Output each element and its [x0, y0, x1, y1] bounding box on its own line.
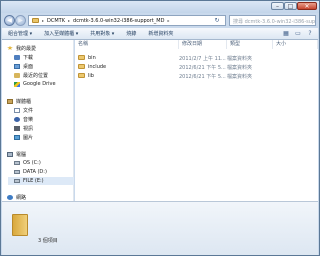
nav-recent-places[interactable]: 最近的位置	[14, 71, 48, 79]
file-name: include	[88, 64, 107, 70]
file-name: bin	[88, 55, 96, 61]
column-header-size[interactable]: 大小	[273, 40, 318, 49]
nav-google-drive[interactable]: Google Drive	[14, 80, 56, 88]
include-in-library-menu[interactable]: 加入至媒體櫃 ▾	[38, 30, 84, 37]
forward-button[interactable]: ▶	[15, 15, 26, 26]
details-pane: 3 個項目	[2, 201, 318, 255]
file-type: 檔案資料夾	[227, 56, 253, 62]
desktop-icon	[14, 63, 20, 69]
title-bar: – □ ✕	[1, 1, 319, 13]
documents-icon	[14, 107, 20, 113]
search-input[interactable]: 搜尋 dcmtk-3.6.0-win32-i386-support...	[229, 15, 316, 26]
share-with-menu[interactable]: 共用對象 ▾	[84, 30, 120, 37]
address-row: ◀ ▶ ▸ DCMTK ▸ dcmtk-3.6.0-win32-i386-sup…	[1, 13, 319, 28]
nav-favorites[interactable]: 我的最愛	[7, 44, 36, 52]
computer-icon	[7, 151, 13, 157]
column-header-name[interactable]: 名稱	[75, 40, 179, 49]
back-button[interactable]: ◀	[4, 15, 15, 26]
nav-desktop[interactable]: 桌面	[14, 62, 33, 70]
file-name: lib	[88, 73, 94, 79]
music-icon	[14, 116, 20, 122]
view-options-icon[interactable]: ▦	[282, 30, 290, 37]
file-row[interactable]: bin 2011/2/7 上午 11... 檔案資料夾	[75, 54, 318, 62]
file-row[interactable]: include 2012/6/21 下午 5... 檔案資料夾	[75, 63, 318, 71]
pictures-icon	[14, 134, 20, 140]
nav-computer[interactable]: 電腦	[7, 150, 26, 158]
drive-icon	[14, 170, 20, 174]
file-date: 2012/6/21 下午 5...	[179, 65, 226, 71]
nav-pictures[interactable]: 圖片	[14, 133, 33, 141]
minimize-icon: –	[276, 3, 279, 10]
explorer-window: – □ ✕ ◀ ▶ ▸ DCMTK ▸ dcmtk-3.6.0-win32-i3…	[0, 0, 320, 256]
file-row[interactable]: lib 2012/6/21 下午 5... 檔案資料夾	[75, 72, 318, 80]
help-icon[interactable]: ?	[306, 30, 314, 37]
organize-menu[interactable]: 組合管理 ▾	[2, 30, 38, 37]
new-folder-button[interactable]: 新增資料夾	[142, 30, 179, 37]
recent-places-icon	[14, 72, 20, 78]
address-bar[interactable]: ▸ DCMTK ▸ dcmtk-3.6.0-win32-i386-support…	[28, 15, 226, 26]
column-header-date[interactable]: 修改日期	[179, 40, 227, 49]
nav-music[interactable]: 音樂	[14, 115, 33, 123]
item-count: 3 個項目	[38, 238, 58, 244]
folder-icon	[78, 55, 85, 60]
breadcrumb-separator: ▸	[68, 18, 71, 23]
minimize-button[interactable]: –	[271, 2, 284, 10]
preview-pane-icon[interactable]: ▭	[294, 30, 302, 37]
google-drive-icon	[14, 81, 20, 87]
nav-drive-os[interactable]: OS (C:)	[14, 159, 41, 167]
close-icon: ✕	[304, 3, 310, 10]
star-icon	[7, 45, 13, 51]
file-type: 檔案資料夾	[227, 65, 253, 71]
refresh-icon[interactable]: ↻	[212, 16, 222, 25]
drive-icon	[14, 161, 20, 165]
nav-downloads[interactable]: 下載	[14, 53, 33, 61]
navigation-pane: 我的最愛 下載 桌面 最近的位置 Google Drive 媒體櫃 文件 音樂 …	[2, 40, 74, 201]
downloads-icon	[14, 54, 20, 60]
maximize-button[interactable]: □	[284, 2, 297, 10]
file-date: 2012/6/21 下午 5...	[179, 74, 226, 80]
nav-documents[interactable]: 文件	[14, 106, 33, 114]
breadcrumb-separator: ▸	[42, 18, 45, 23]
view-controls: ▦ ▭ ?	[282, 30, 314, 37]
libraries-icon	[7, 98, 13, 104]
nav-drive-file[interactable]: FILE (E:)	[8, 177, 74, 185]
nav-network[interactable]: 網路	[7, 193, 26, 201]
burn-button[interactable]: 燒錄	[120, 30, 142, 37]
column-header-type[interactable]: 類型	[227, 40, 273, 49]
file-type: 檔案資料夾	[227, 74, 253, 80]
network-icon	[7, 194, 13, 200]
file-list: 名稱 修改日期 類型 大小 bin 2011/2/7 上午 11... 檔案資料…	[75, 40, 318, 201]
nav-drive-data[interactable]: DATA (D:)	[14, 168, 47, 176]
drive-icon	[14, 179, 20, 183]
folder-icon	[32, 18, 39, 23]
breadcrumb-current-folder[interactable]: dcmtk-3.6.0-win32-i386-support_MD	[73, 18, 164, 24]
folder-icon	[78, 64, 85, 69]
folder-icon	[78, 73, 85, 78]
nav-videos[interactable]: 視訊	[14, 124, 33, 132]
folder-icon	[12, 214, 28, 236]
file-date: 2011/2/7 上午 11...	[179, 56, 226, 62]
breadcrumb-dcmtk[interactable]: DCMTK	[47, 18, 65, 24]
command-bar: 組合管理 ▾ 加入至媒體櫃 ▾ 共用對象 ▾ 燒錄 新增資料夾 ▦ ▭ ?	[2, 28, 318, 40]
video-icon	[14, 125, 20, 131]
maximize-icon: □	[287, 3, 294, 10]
close-button[interactable]: ✕	[297, 2, 317, 10]
breadcrumb-separator: ▸	[167, 18, 170, 23]
nav-libraries[interactable]: 媒體櫃	[7, 97, 31, 105]
